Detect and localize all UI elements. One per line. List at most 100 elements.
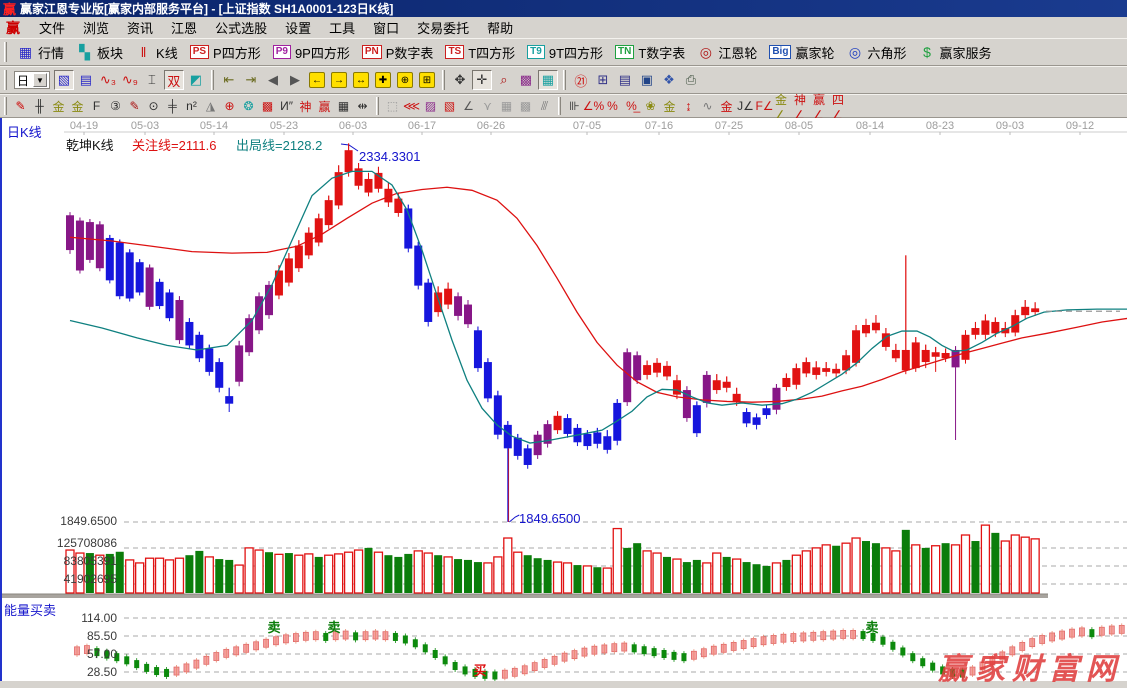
gold-gate1-icon[interactable]: 金 [50,98,67,115]
t-square-button[interactable]: TS T四方形 [439,41,521,64]
quotes-button[interactable]: ▦ 行情 [11,41,70,64]
menu-item-5[interactable]: 设置 [276,16,320,39]
hexagon-button[interactable]: ◎ 六角形 [840,41,912,64]
toolbar-grip[interactable] [4,97,7,115]
gold-ring-icon[interactable]: ❀ [642,98,659,115]
fan-red2-icon[interactable]: ▧ [441,98,458,115]
t-table-button[interactable]: TN T数字表 [609,41,691,64]
percent-icon[interactable]: % [604,98,621,115]
crosshair-icon[interactable]: ✛ [471,70,492,90]
wave3-icon[interactable]: ∿₃ [98,70,118,90]
print-icon[interactable]: ⎙ [681,70,701,90]
toolbar-grip[interactable] [4,69,7,91]
calculator-icon[interactable]: ⊞ [593,70,613,90]
diamond-expand-icon[interactable]: ↔ [351,70,371,90]
diamond-right-icon[interactable]: → [329,70,349,90]
updown-icon[interactable]: ↨ [680,98,697,115]
grid123-icon[interactable]: ▦ [335,98,352,115]
first-bar-icon[interactable]: ⇤ [219,70,239,90]
menu-item-9[interactable]: 帮助 [478,16,522,39]
diamond-center-icon[interactable]: ✚ [373,70,393,90]
web-teal-icon[interactable]: ❂ [240,98,257,115]
save-icon[interactable]: ▣ [637,70,657,90]
menu-item-4[interactable]: 公式选股 [206,16,276,39]
web-red-icon[interactable]: ▩ [259,98,276,115]
map-tool-icon[interactable]: ▦ [537,70,558,90]
gann-list-icon[interactable]: ⊪ [566,98,583,115]
kline-button[interactable]: ‖ K线 [129,41,184,64]
grid-gray1-icon[interactable]: ▦ [498,98,515,115]
ruler-icon[interactable]: ╪ [164,98,181,115]
candle-style-icon[interactable]: ⌶ [142,70,162,90]
toolbar-grip[interactable] [4,41,7,63]
pencil-red-icon[interactable]: ✎ [12,98,29,115]
shen-angle-icon[interactable]: 神∠ [794,93,811,122]
angle-fan-icon[interactable]: ◮ [202,98,219,115]
grid-tool-icon[interactable]: ▩ [516,70,536,90]
angle-icon[interactable]: ∠ [460,98,477,115]
curve-icon[interactable]: ∿ [699,98,716,115]
period-select[interactable]: 日 ▼ [14,71,50,89]
zigzag-icon[interactable]: ⋎ [479,98,496,115]
menu-item-8[interactable]: 交易委托 [408,16,478,39]
prev-icon[interactable]: ◀ [263,70,283,90]
box-gray-icon[interactable]: ⬚ [384,98,401,115]
menu-item-0[interactable]: 文件 [30,16,74,39]
gold-gate2-icon[interactable]: 金 [69,98,86,115]
network-icon[interactable]: ❖ [659,70,679,90]
span-icon[interactable]: ⇹ [354,98,371,115]
chart-area[interactable]: 日K线 04-19 05-03 05-14 05-23 06-03 06-17 06-26 0… [0,118,1127,687]
grid-gray2-icon[interactable]: ▩ [517,98,534,115]
pencil2-icon[interactable]: ✎ [126,98,143,115]
p-square-button[interactable]: PS P四方形 [184,41,267,64]
9p-square-button[interactable]: P9 9P四方形 [267,41,356,64]
n2-icon[interactable]: n² [183,98,200,115]
menu-item-6[interactable]: 工具 [320,16,364,39]
zoom-icon[interactable]: ⌕ [494,70,514,90]
ying-angle-icon[interactable]: 赢∠ [813,93,830,122]
gold-under-icon[interactable]: 金 [718,98,735,115]
j-angle-icon[interactable]: J∠ [737,98,754,115]
diamond-zoomin-icon[interactable]: ⊕ [395,70,415,90]
chevron-down-icon[interactable]: ▼ [33,73,47,87]
notebook-icon[interactable]: ▤ [615,70,635,90]
circle3-icon[interactable]: ③ [107,98,124,115]
p-table-button[interactable]: PN P数字表 [356,41,440,64]
pct-line-icon[interactable]: ∠% [583,98,604,115]
gold-level-icon[interactable]: 金 [661,98,678,115]
winner-service-button[interactable]: $ 赢家服务 [912,41,997,64]
cycle-icon[interactable]: ⊙ [145,98,162,115]
next-icon[interactable]: ▶ [285,70,305,90]
menu-item-2[interactable]: 资讯 [118,16,162,39]
last-bar-icon[interactable]: ⇥ [241,70,261,90]
wave9-icon[interactable]: ∿₉ [120,70,140,90]
shen-grid-icon[interactable]: 神 [297,98,314,115]
wave-mark-icon[interactable]: И″ [278,98,295,115]
sectors-button[interactable]: ▚ 板块 [70,41,129,64]
color-chart-icon[interactable]: ◩ [186,70,206,90]
menu-item-1[interactable]: 浏览 [74,16,118,39]
winner-wheel-button[interactable]: Big 赢家轮 [763,41,840,64]
comb-icon[interactable]: ╫ [31,98,48,115]
menu-item-3[interactable]: 江恩 [162,16,206,39]
dual-k-icon[interactable]: 双 [163,70,184,90]
panel-label-daily-kline[interactable]: 日K线 [7,122,42,141]
9t-square-button[interactable]: T9 9T四方形 [521,41,609,64]
kline-chart[interactable] [2,118,1127,682]
layout-icon[interactable]: ▧ [53,70,74,90]
diamond-left-icon[interactable]: ← [307,70,327,90]
report-icon[interactable]: ▤ [76,70,96,90]
fan-red1-icon[interactable]: ⋘ [403,98,420,115]
ying-grid-icon[interactable]: 赢 [316,98,333,115]
pct-red-icon[interactable]: %̲ [623,98,640,115]
lines-icon[interactable]: ⫻ [536,98,553,115]
gann-wheel-button[interactable]: ◎ 江恩轮 [691,41,763,64]
calendar-icon[interactable]: ㉑ [571,70,591,90]
hand-icon[interactable]: ✥ [450,70,470,90]
diamond-zoomout-icon[interactable]: ⊞ [417,70,437,90]
menu-item-7[interactable]: 窗口 [364,16,408,39]
target-red-icon[interactable]: ⊕ [221,98,238,115]
gold-angle-icon[interactable]: 金∠ [775,93,792,122]
fibo-icon[interactable]: F [88,98,105,115]
f-angle-icon[interactable]: F∠ [755,98,773,115]
